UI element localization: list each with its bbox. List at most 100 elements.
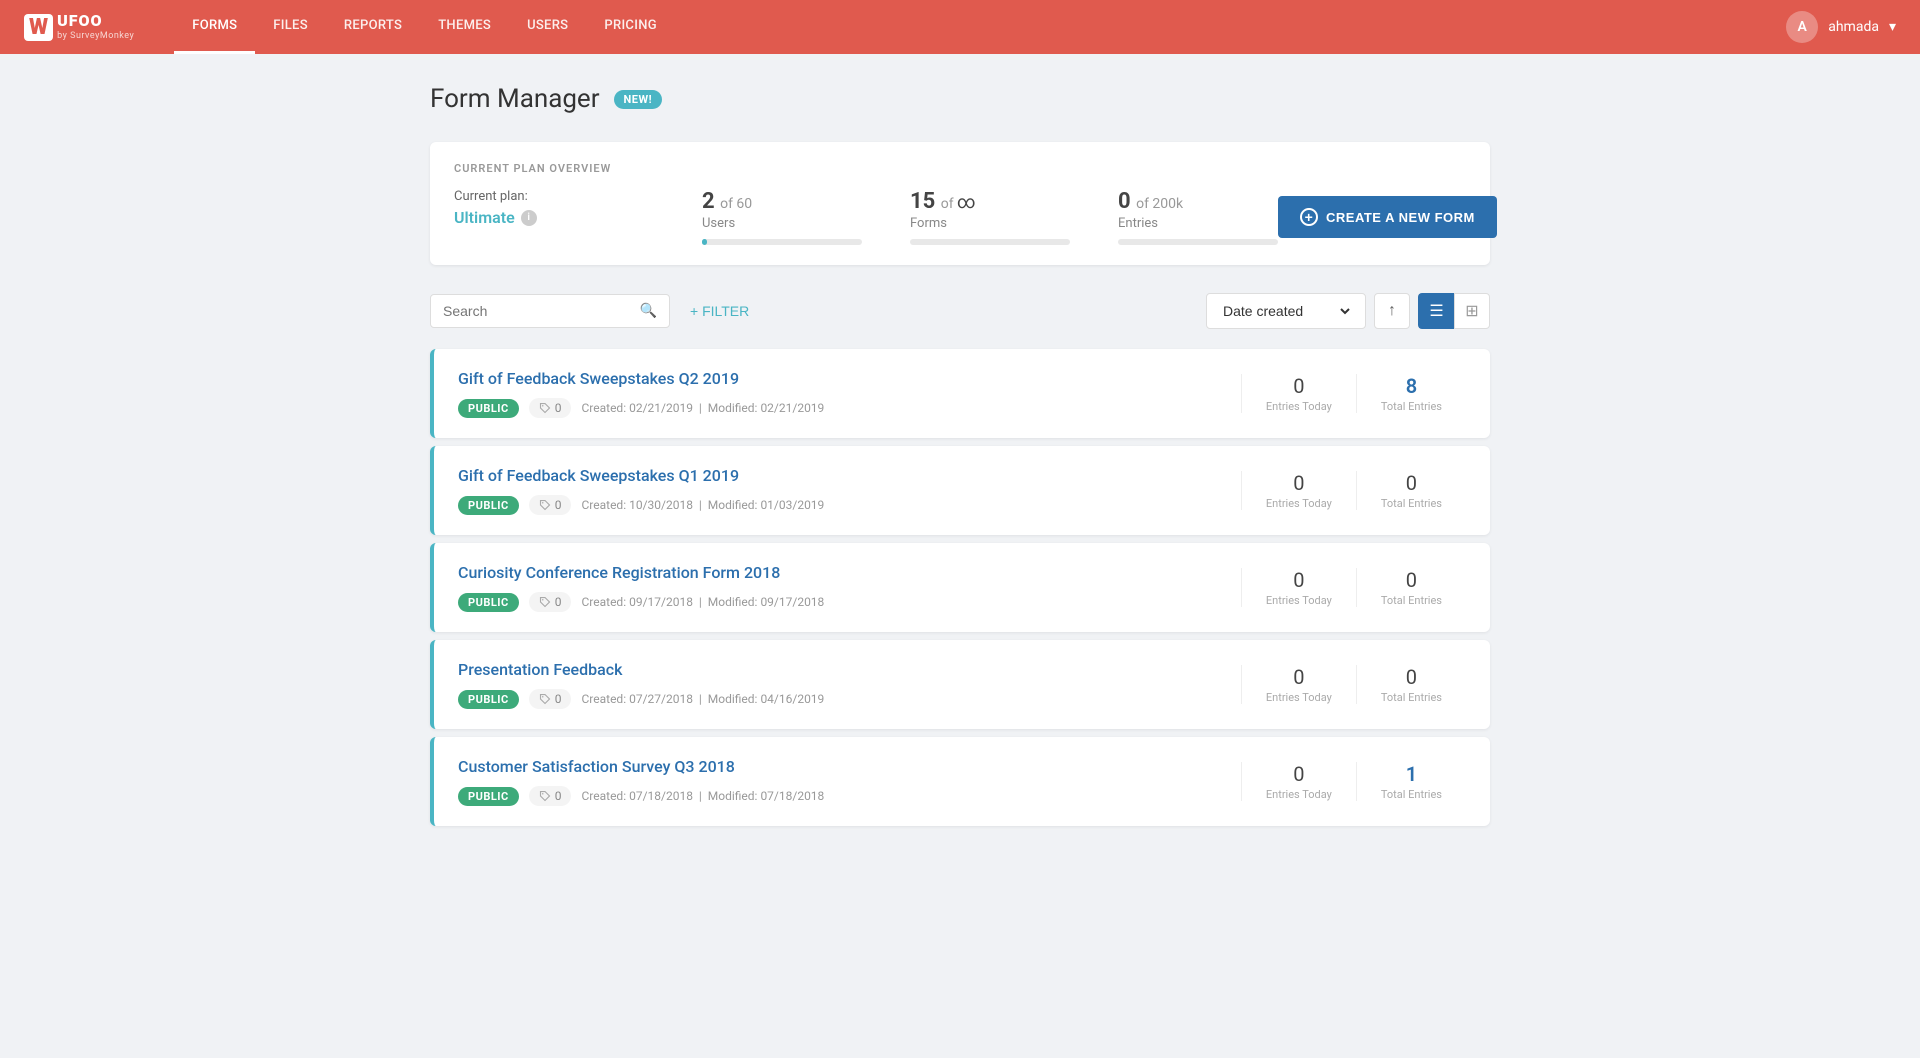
sort-controls: Date createdDate modifiedNameEntries ↑ ☰… (1206, 293, 1490, 329)
stat-entries-count: 0 (1118, 189, 1131, 214)
form-name-link-1[interactable]: Gift of Feedback Sweepstakes Q1 2019 (458, 466, 1225, 485)
form-tag-3: 0 (529, 689, 572, 709)
form-total-entries-value-4: 1 (1381, 762, 1442, 786)
form-entries-today-1: 0 Entries Today (1241, 471, 1356, 510)
nav-item-pricing[interactable]: PRICING (586, 0, 675, 54)
tag-icon-0 (539, 402, 551, 414)
form-stats-0: 0 Entries Today 8 Total Entries (1241, 374, 1466, 413)
form-entries-today-value-1: 0 (1266, 471, 1332, 495)
form-entries-today-label-2: Entries Today (1266, 594, 1332, 607)
nav-links: FORMSFILESREPORTSTHEMESUSERSPRICING (174, 0, 675, 54)
public-badge-4: PUBLIC (458, 787, 519, 806)
form-name-link-3[interactable]: Presentation Feedback (458, 660, 1225, 679)
form-stats-2: 0 Entries Today 0 Total Entries (1241, 568, 1466, 607)
nav-item-users[interactable]: USERS (509, 0, 586, 54)
tag-icon-2 (539, 596, 551, 608)
form-entries-today-3: 0 Entries Today (1241, 665, 1356, 704)
sort-select-wrapper[interactable]: Date createdDate modifiedNameEntries (1206, 293, 1366, 329)
form-card-3: Presentation Feedback PUBLIC 0 Created: … (430, 640, 1490, 729)
form-name-link-0[interactable]: Gift of Feedback Sweepstakes Q2 2019 (458, 369, 1225, 388)
form-total-entries-label-3: Total Entries (1381, 691, 1442, 704)
stat-users: 2 of 60 Users (702, 189, 862, 245)
stat-forms-bar-bg (910, 239, 1070, 245)
form-card-0: Gift of Feedback Sweepstakes Q2 2019 PUB… (430, 349, 1490, 438)
form-total-entries-label-1: Total Entries (1381, 497, 1442, 510)
form-entries-today-0: 0 Entries Today (1241, 374, 1356, 413)
plan-overview-title: CURRENT PLAN OVERVIEW (454, 162, 1466, 175)
stat-users-bar-fill (702, 239, 707, 245)
stat-entries-numbers: 0 of 200k (1118, 189, 1278, 214)
sort-direction-button[interactable]: ↑ (1374, 293, 1410, 329)
nav-link-reports[interactable]: REPORTS (326, 0, 420, 51)
public-badge-0: PUBLIC (458, 399, 519, 418)
tag-icon-4 (539, 790, 551, 802)
list-view-icon: ☰ (1429, 301, 1443, 321)
plan-label: Current plan: (454, 189, 630, 204)
nav-link-themes[interactable]: THEMES (420, 0, 509, 51)
nav-link-users[interactable]: USERS (509, 0, 586, 51)
main-content: Form Manager NEW! CURRENT PLAN OVERVIEW … (410, 54, 1510, 856)
form-tag-1: 0 (529, 495, 572, 515)
search-box[interactable]: 🔍 (430, 294, 670, 328)
list-view-button[interactable]: ☰ (1418, 293, 1454, 329)
grid-view-icon: ⊞ (1465, 301, 1478, 321)
filter-row: 🔍 + FILTER Date createdDate modifiedName… (430, 293, 1490, 329)
form-entries-today-value-2: 0 (1266, 568, 1332, 592)
filter-button[interactable]: + FILTER (686, 295, 753, 327)
plan-info-icon[interactable]: i (521, 210, 537, 226)
form-card-info-4: Customer Satisfaction Survey Q3 2018 PUB… (458, 757, 1225, 806)
form-card-4: Customer Satisfaction Survey Q3 2018 PUB… (430, 737, 1490, 826)
create-new-form-button[interactable]: + CREATE A NEW FORM (1278, 196, 1497, 238)
form-dates-1: Created: 10/30/2018 | Modified: 01/03/20… (581, 498, 824, 512)
form-list: Gift of Feedback Sweepstakes Q2 2019 PUB… (430, 349, 1490, 826)
public-badge-1: PUBLIC (458, 496, 519, 515)
form-name-link-2[interactable]: Curiosity Conference Registration Form 2… (458, 563, 1225, 582)
stat-users-of: of 60 (720, 196, 752, 212)
form-name-link-4[interactable]: Customer Satisfaction Survey Q3 2018 (458, 757, 1225, 776)
form-total-entries-2: 0 Total Entries (1356, 568, 1466, 607)
form-dates-2: Created: 09/17/2018 | Modified: 09/17/20… (581, 595, 824, 609)
form-entries-today-label-1: Entries Today (1266, 497, 1332, 510)
form-total-entries-4: 1 Total Entries (1356, 762, 1466, 801)
nav-link-pricing[interactable]: PRICING (586, 0, 675, 51)
plan-current: Current plan: Ultimate i (454, 189, 654, 227)
form-card-info-0: Gift of Feedback Sweepstakes Q2 2019 PUB… (458, 369, 1225, 418)
sort-select[interactable]: Date createdDate modifiedNameEntries (1219, 302, 1353, 320)
user-menu[interactable]: A ahmada ▾ (1786, 11, 1896, 43)
form-entries-today-label-3: Entries Today (1266, 691, 1332, 704)
stat-users-bar-bg (702, 239, 862, 245)
form-total-entries-label-4: Total Entries (1381, 788, 1442, 801)
search-input[interactable] (443, 303, 632, 319)
plan-name[interactable]: Ultimate i (454, 208, 630, 227)
nav-link-files[interactable]: FILES (255, 0, 326, 51)
form-entries-today-value-3: 0 (1266, 665, 1332, 689)
avatar: A (1786, 11, 1818, 43)
form-card-info-3: Presentation Feedback PUBLIC 0 Created: … (458, 660, 1225, 709)
plus-icon: + (1300, 208, 1318, 226)
nav-link-forms[interactable]: FORMS (174, 0, 255, 54)
user-name: ahmada (1828, 19, 1879, 35)
new-badge: NEW! (614, 90, 663, 109)
form-entries-today-value-0: 0 (1266, 374, 1332, 398)
grid-view-button[interactable]: ⊞ (1454, 293, 1490, 329)
stat-forms-count: 15 (910, 189, 935, 214)
nav-item-reports[interactable]: REPORTS (326, 0, 420, 54)
plan-overview: CURRENT PLAN OVERVIEW Current plan: Ulti… (430, 142, 1490, 265)
plan-stats: Current plan: Ultimate i 2 of 60 Users (454, 189, 1466, 245)
form-entries-today-4: 0 Entries Today (1241, 762, 1356, 801)
logo[interactable]: W UFOO by SurveyMonkey (24, 13, 134, 41)
stat-entries: 0 of 200k Entries (1118, 189, 1278, 245)
form-entries-today-label-0: Entries Today (1266, 400, 1332, 413)
form-card-info-2: Curiosity Conference Registration Form 2… (458, 563, 1225, 612)
nav-item-themes[interactable]: THEMES (420, 0, 509, 54)
form-card-info-1: Gift of Feedback Sweepstakes Q1 2019 PUB… (458, 466, 1225, 515)
form-card-meta-4: PUBLIC 0 Created: 07/18/2018 | Modified:… (458, 786, 1225, 806)
form-card-2: Curiosity Conference Registration Form 2… (430, 543, 1490, 632)
form-stats-1: 0 Entries Today 0 Total Entries (1241, 471, 1466, 510)
stat-forms-numbers: 15 of ∞ (910, 189, 1070, 214)
form-card-meta-3: PUBLIC 0 Created: 07/27/2018 | Modified:… (458, 689, 1225, 709)
form-tag-4: 0 (529, 786, 572, 806)
search-icon: 🔍 (640, 303, 657, 319)
nav-item-files[interactable]: FILES (255, 0, 326, 54)
nav-item-forms[interactable]: FORMS (174, 0, 255, 54)
